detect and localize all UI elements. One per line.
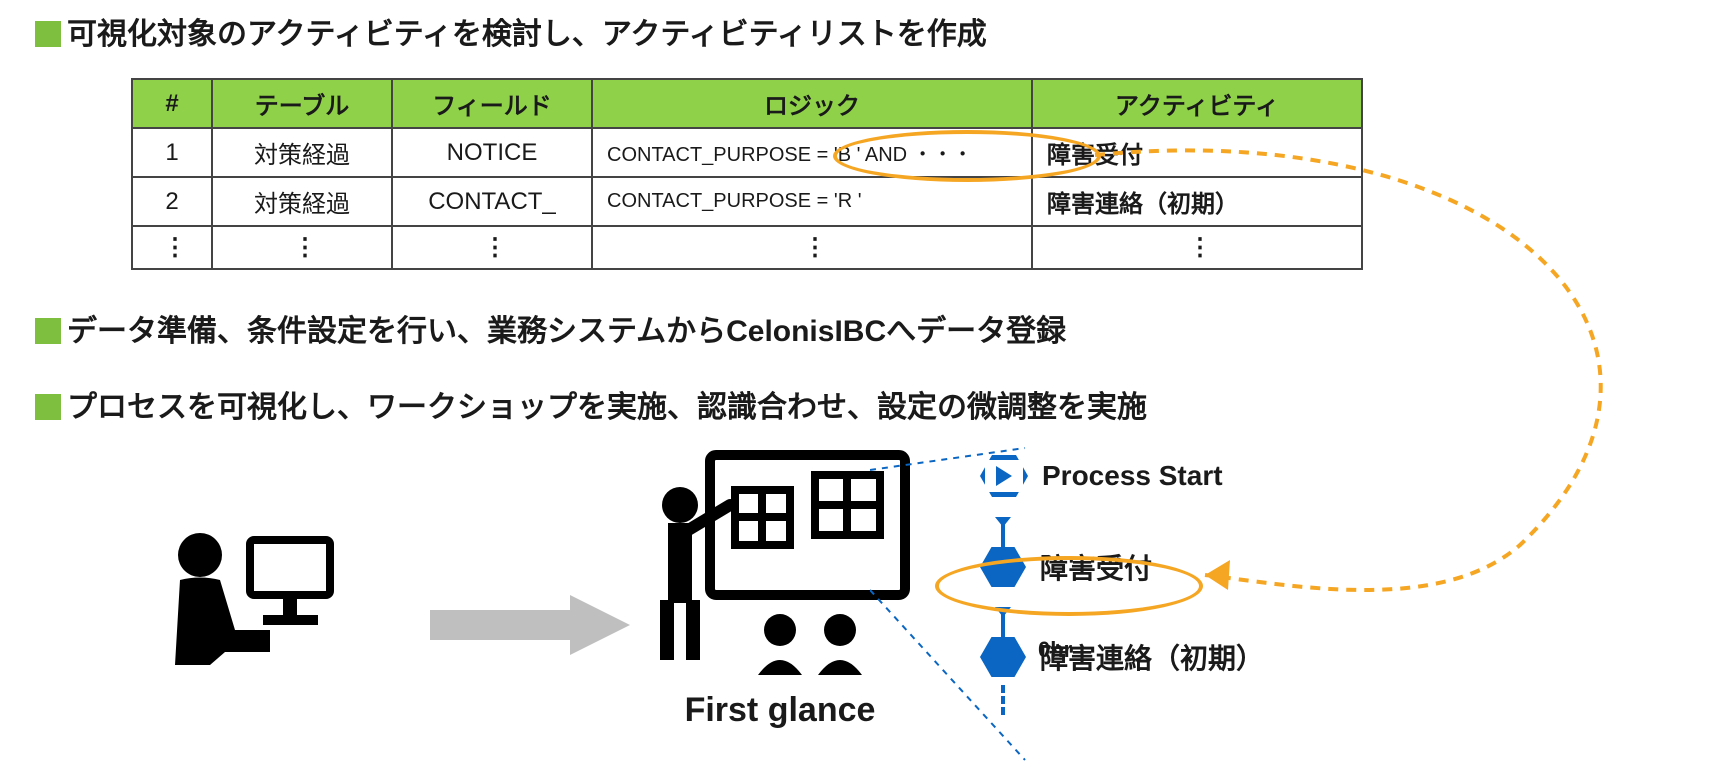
- bullet-3-text: プロセスを可視化し、ワークショップを実施、認識合わせ、設定の微調整を実施: [67, 388, 1147, 427]
- vdots-icon: ⋮: [803, 234, 821, 261]
- highlight-circle-icon: [833, 130, 1101, 182]
- bullet-3: プロセスを可視化し、ワークショップを実施、認識合わせ、設定の微調整を実施: [35, 388, 1147, 427]
- flow-dash-icon: [1001, 685, 1009, 715]
- bullet-square-icon: [35, 318, 61, 344]
- th-table: テーブル: [212, 79, 392, 128]
- arrow-right-icon: [430, 590, 630, 665]
- th-field: フィールド: [392, 79, 592, 128]
- flow-hours-label: 0hr: [1038, 637, 1072, 663]
- flow-hex-icon: [980, 637, 1026, 677]
- th-num: #: [132, 79, 212, 128]
- vdots-icon: ⋮: [293, 234, 311, 261]
- vdots-icon: ⋮: [483, 234, 501, 261]
- th-activity: アクティビティ: [1032, 79, 1362, 128]
- process-start-icon: [980, 455, 1028, 497]
- bullet-square-icon: [35, 394, 61, 420]
- bullet-1: 可視化対象のアクティビティを検討し、アクティビティリストを作成: [35, 15, 987, 54]
- bullet-2: データ準備、条件設定を行い、業務システムからCelonisIBCへデータ登録: [35, 312, 1066, 351]
- bullet-2-text: データ準備、条件設定を行い、業務システムからCelonisIBCへデータ登録: [67, 312, 1066, 351]
- table-header-row: # テーブル フィールド ロジック アクティビティ: [132, 79, 1362, 128]
- person-computer-icon: [155, 520, 345, 695]
- bullet-square-icon: [35, 21, 61, 47]
- th-logic: ロジック: [592, 79, 1032, 128]
- vdots-icon: ⋮: [163, 234, 181, 261]
- bullet-1-text: 可視化対象のアクティビティを検討し、アクティビティリストを作成: [67, 15, 987, 54]
- dashed-arc-arrow-icon: [1090, 145, 1710, 605]
- flow-node-2-label: 障害連絡（初期）: [1040, 637, 1264, 677]
